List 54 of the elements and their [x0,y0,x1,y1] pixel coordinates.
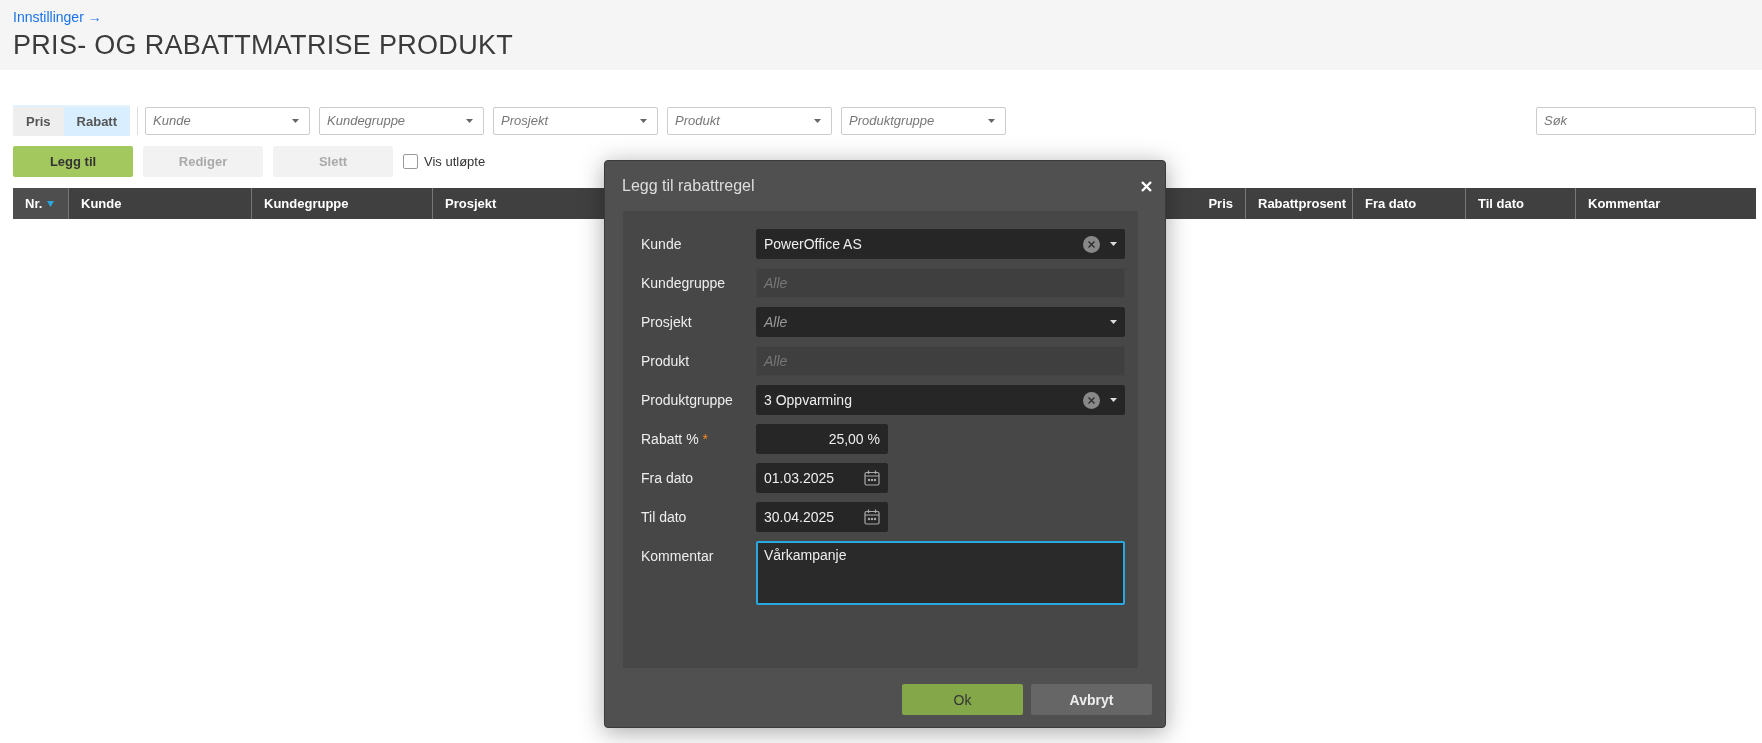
caret-icon [1110,242,1117,246]
filter-dropdown[interactable]: Kundegruppe [319,106,485,135]
column-header[interactable]: Til dato [1478,196,1563,211]
column-header[interactable]: Kommentar [1588,196,1744,211]
column-header[interactable]: Nr. [25,196,43,211]
field-label: Produkt [641,352,690,371]
select-field[interactable]: PowerOffice AS [756,229,1125,259]
caret-icon [292,118,300,123]
filter-dropdown[interactable]: Prosjekt [493,106,659,135]
dialog-title: Legg til rabattregel [622,177,755,195]
field-label: Prosjekt [641,313,692,332]
date-field[interactable]: 30.04.2025 [756,502,888,532]
field-label: Kundegruppe [641,274,726,293]
checkbox[interactable] [403,154,418,169]
mode-tab[interactable]: Pris [13,107,64,136]
caret-icon [1110,398,1117,402]
select-field[interactable]: Alle [756,307,1125,337]
search-field[interactable]: Søk [1536,106,1756,135]
page-title: PRIS- OG RABATTMATRISE PRODUKT [13,30,515,61]
field-label: Fra dato [641,469,694,488]
caret-icon [814,118,822,123]
mode-tab[interactable]: Rabatt [63,107,131,136]
clear-icon[interactable] [1083,235,1100,253]
field-label: Kommentar [641,547,714,566]
comment-field[interactable]: Vårkampanje [756,541,1125,605]
required-mark: * [702,430,709,449]
field-label: Kunde [641,235,682,254]
date-field[interactable]: 01.03.2025 [756,463,888,493]
ok-button[interactable]: Ok [902,684,1023,715]
field-label: Rabatt % [641,430,699,449]
caret-icon [466,118,474,123]
calendar-icon[interactable] [864,509,880,525]
filter-dropdown[interactable]: Produkt [667,106,833,135]
caret-icon [1110,320,1117,324]
select-field[interactable]: 3 Oppvarming [756,385,1125,415]
checkbox-label: Vis utløpte [424,154,486,169]
column-header[interactable]: Fra dato [1365,196,1453,211]
sort-icon [47,200,55,207]
clear-icon[interactable] [1083,391,1100,409]
field-label: Til dato [641,508,687,527]
column-header[interactable]: Rabattprosent [1258,196,1347,211]
action-button[interactable]: Legg til [13,146,133,177]
close-button[interactable] [1141,180,1152,192]
caret-icon [988,118,996,123]
filter-dropdown[interactable]: Produktgruppe [841,106,1007,135]
cancel-button[interactable]: Avbryt [1031,684,1152,715]
breadcrumb-link[interactable]: Innstillinger → [13,9,102,25]
filter-dropdown[interactable]: Kunde [145,106,311,135]
column-header[interactable]: Kunde [81,196,239,211]
number-field[interactable]: 25,00 % [756,424,888,454]
field-label: Produktgruppe [641,391,733,410]
column-header[interactable]: Kundegruppe [264,196,420,211]
calendar-icon[interactable] [864,470,880,486]
caret-icon [640,118,648,123]
